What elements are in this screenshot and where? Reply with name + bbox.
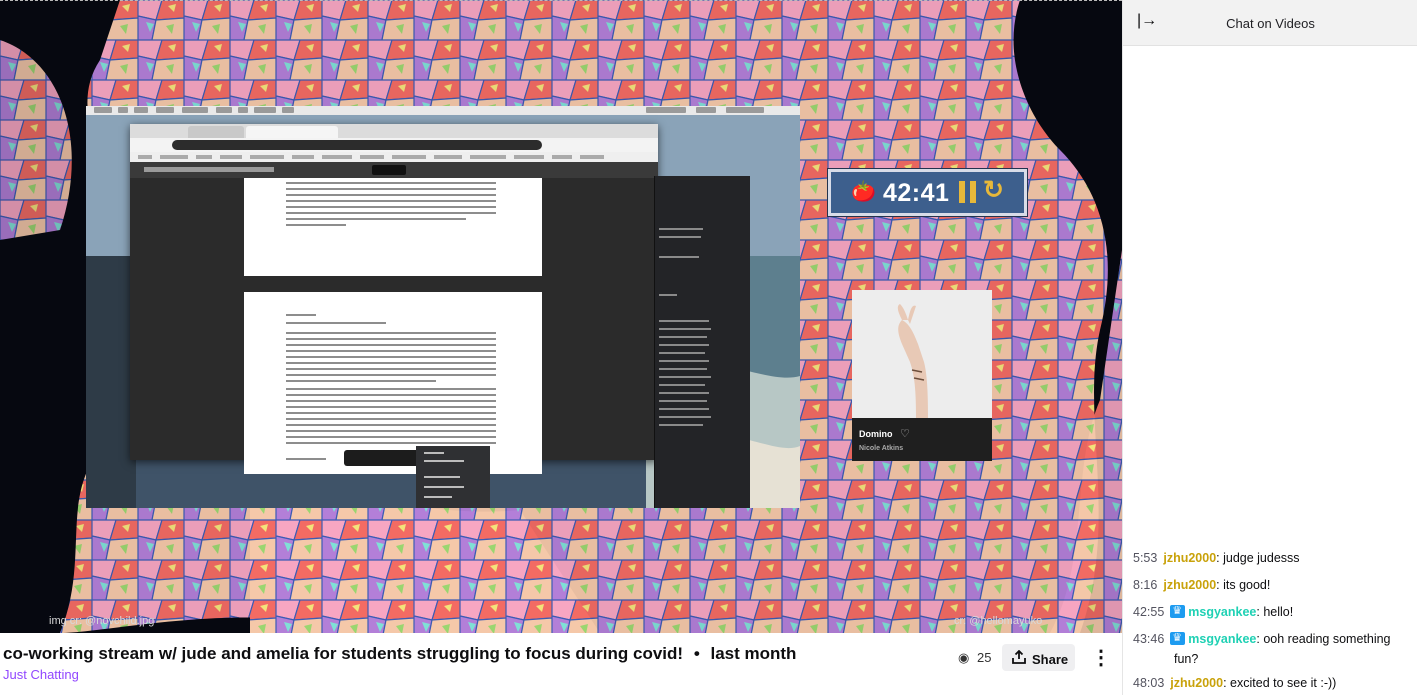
chat-title: Chat on Videos <box>1226 16 1315 31</box>
chat-message: 43:46 msgyankee: ooh reading something fu… <box>1133 628 1413 669</box>
background-window <box>654 176 750 508</box>
stream-title: co-working stream w/ jude and amelia for… <box>3 644 796 664</box>
screen-share <box>86 106 800 508</box>
message-text: : its good! <box>1216 578 1271 592</box>
reset-icon: ↻ <box>983 176 1004 204</box>
video-player[interactable]: 🍅 42:41 ↻ Domino ♡ Nicole Atkins img cr:… <box>0 0 1122 633</box>
chat-username[interactable]: jzhu2000 <box>1170 676 1223 690</box>
message-timestamp[interactable]: 48:03 <box>1133 676 1164 690</box>
chat-message: 8:16 jzhu2000: its good! <box>1133 575 1413 595</box>
document-outline <box>416 446 490 508</box>
chat-header: |→ Chat on Videos <box>1123 0 1417 46</box>
browser-tabs <box>130 124 658 138</box>
track-artist: Nicole Atkins <box>859 445 904 452</box>
category-link[interactable]: Just Chatting <box>3 667 79 682</box>
now-playing-widget: Domino ♡ Nicole Atkins <box>852 290 992 461</box>
timer-countdown: 42:41 <box>883 179 950 207</box>
address-bar <box>172 140 542 150</box>
pdf-viewer-bar <box>130 162 658 178</box>
title-separator: • <box>693 644 700 663</box>
mac-menu-bar <box>86 106 800 115</box>
message-timestamp[interactable]: 43:46 <box>1133 632 1164 646</box>
browser-toolbar <box>130 138 658 152</box>
chat-username[interactable]: msgyankee <box>1188 605 1256 619</box>
chat-username[interactable]: msgyankee <box>1188 632 1256 646</box>
subscriber-badge-icon[interactable] <box>1170 628 1186 648</box>
pdf-page <box>244 292 542 474</box>
stream-age: last month <box>710 644 797 663</box>
share-button[interactable]: Share <box>1002 644 1075 671</box>
pdf-page <box>244 178 542 276</box>
browser-window <box>130 124 658 474</box>
viewer-count: ◉ 25 <box>958 650 991 666</box>
message-timestamp[interactable]: 5:53 <box>1133 551 1157 565</box>
message-text: : hello! <box>1256 605 1294 619</box>
more-options-icon[interactable]: ⋮ <box>1091 645 1111 670</box>
message-text: : ooh reading something <box>1256 632 1391 646</box>
chat-message: 42:55 msgyankee: hello! <box>1133 601 1413 622</box>
message-text: : judge judesss <box>1216 551 1300 565</box>
subscriber-badge-icon[interactable] <box>1170 601 1186 621</box>
chat-panel: |→ Chat on Videos 5:53 jzhu2000: judge ju… <box>1122 0 1417 695</box>
eye-icon: ◉ <box>958 650 970 665</box>
image-credit-left: img cr: @novchild.jpg <box>49 615 155 627</box>
top-border <box>0 0 1122 1</box>
chat-username[interactable]: jzhu2000 <box>1163 578 1216 592</box>
share-label: Share <box>1032 652 1069 667</box>
album-cover <box>852 290 992 418</box>
tomato-icon: 🍅 <box>851 181 876 203</box>
chat-username[interactable]: jzhu2000 <box>1163 551 1216 565</box>
pomodoro-timer: 🍅 42:41 ↻ <box>827 168 1028 217</box>
share-icon <box>1012 649 1026 667</box>
chat-message: 48:03 jzhu2000: excited to see it :-)) <box>1133 673 1413 693</box>
message-text: : excited to see it :-)) <box>1223 676 1337 690</box>
stream-info-bar: co-working stream w/ jude and amelia for… <box>0 633 1122 695</box>
message-text-continued: fun? <box>1174 652 1199 666</box>
track-title: Domino <box>859 429 893 439</box>
heart-icon: ♡ <box>900 428 910 440</box>
bookmarks-bar <box>130 152 658 162</box>
message-timestamp[interactable]: 42:55 <box>1133 605 1164 619</box>
message-timestamp[interactable]: 8:16 <box>1133 578 1157 592</box>
pause-icon <box>959 181 979 203</box>
chat-message: 5:53 jzhu2000: judge judesss <box>1133 548 1413 568</box>
stream-title-text: co-working stream w/ jude and amelia for… <box>3 644 684 663</box>
viewer-count-value: 25 <box>976 650 992 665</box>
image-credit-right: cr: @hellomayuko <box>954 615 1043 627</box>
